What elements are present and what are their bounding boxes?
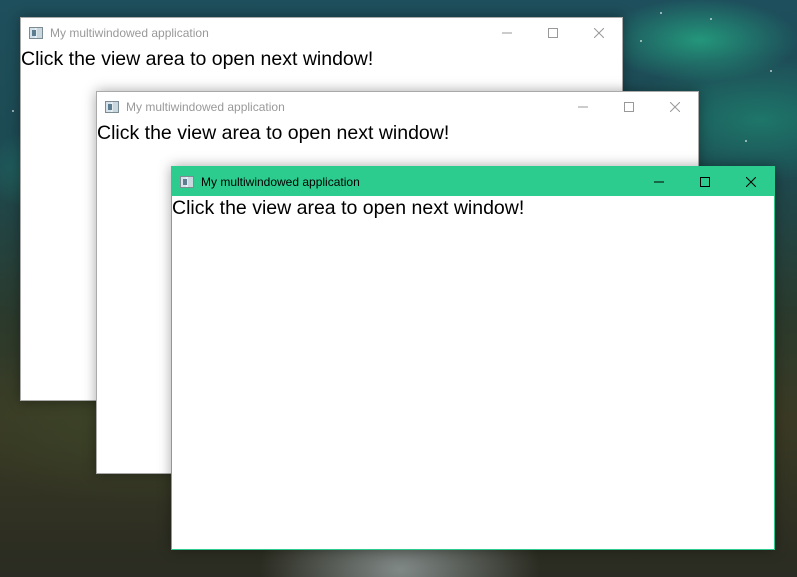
minimize-button[interactable] xyxy=(484,18,530,47)
window-controls xyxy=(560,92,698,121)
maximize-icon xyxy=(548,27,558,38)
minimize-button[interactable] xyxy=(636,167,682,196)
maximize-button[interactable] xyxy=(530,18,576,47)
close-icon xyxy=(594,27,604,38)
window-controls xyxy=(484,18,622,47)
window-titlebar[interactable]: My multiwindowed application xyxy=(21,18,622,47)
window-title: My multiwindowed application xyxy=(126,99,285,114)
instruction-text: Click the view area to open next window! xyxy=(21,48,374,70)
maximize-icon xyxy=(700,176,710,187)
close-button[interactable] xyxy=(652,92,698,121)
close-icon xyxy=(670,101,680,112)
close-button[interactable] xyxy=(576,18,622,47)
minimize-icon xyxy=(578,106,588,107)
app-window-icon xyxy=(29,26,43,39)
maximize-button[interactable] xyxy=(606,92,652,121)
view-area[interactable]: Click the view area to open next window! xyxy=(172,196,774,549)
minimize-icon xyxy=(654,181,664,182)
app-window-3: My multiwindowed application Click the v… xyxy=(171,166,775,550)
app-window-icon xyxy=(180,175,194,188)
window-title: My multiwindowed application xyxy=(201,174,360,189)
window-title: My multiwindowed application xyxy=(50,25,209,40)
minimize-button[interactable] xyxy=(560,92,606,121)
minimize-icon xyxy=(502,32,512,33)
window-titlebar[interactable]: My multiwindowed application xyxy=(172,167,774,196)
window-titlebar[interactable]: My multiwindowed application xyxy=(97,92,698,121)
app-window-icon xyxy=(105,100,119,113)
close-icon xyxy=(746,176,756,187)
instruction-text: Click the view area to open next window! xyxy=(172,197,525,219)
maximize-button[interactable] xyxy=(682,167,728,196)
window-controls xyxy=(636,167,774,196)
close-button[interactable] xyxy=(728,167,774,196)
instruction-text: Click the view area to open next window! xyxy=(97,122,450,144)
maximize-icon xyxy=(624,101,634,112)
